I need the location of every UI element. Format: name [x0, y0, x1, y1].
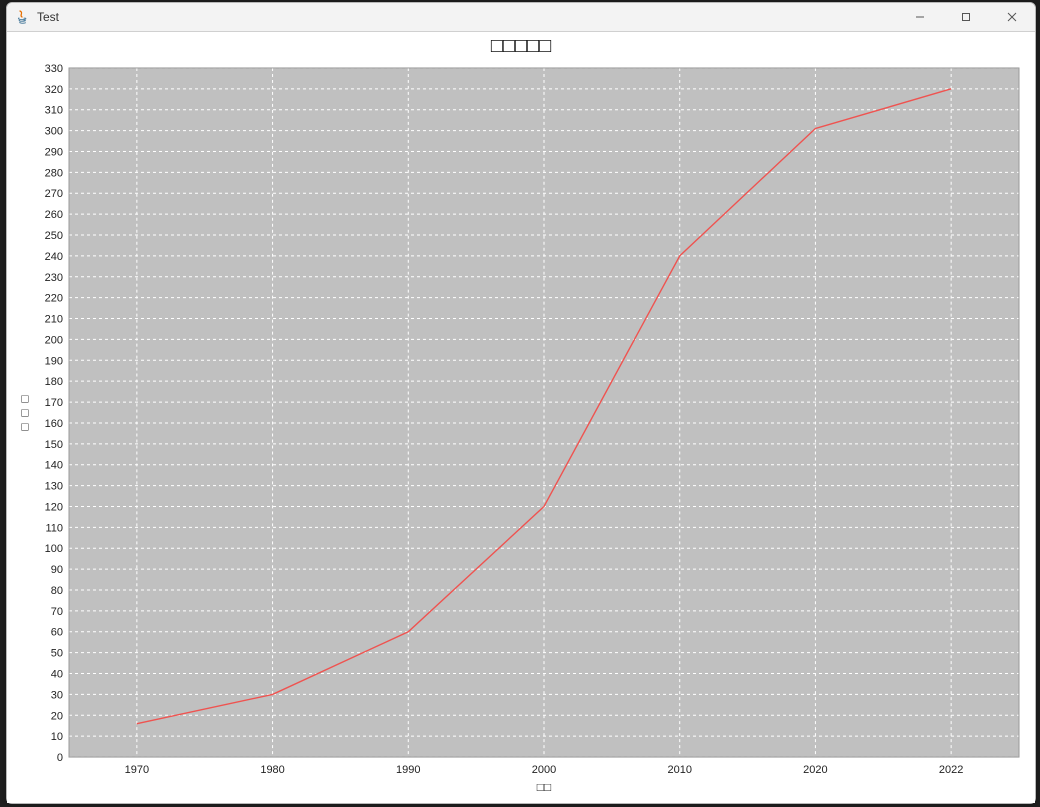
y-tick-label: 220 [45, 293, 63, 305]
y-tick-label: 320 [45, 84, 63, 96]
app-window: Test □□□□□010203040506070809010011012013… [6, 2, 1036, 804]
y-axis-label: □ [21, 419, 28, 433]
x-tick-label: 1970 [125, 764, 149, 776]
y-tick-label: 10 [51, 731, 63, 743]
y-tick-label: 130 [45, 481, 63, 493]
y-axis-label: □ [21, 392, 28, 406]
x-axis-label: □□ [537, 780, 551, 794]
close-button[interactable] [989, 3, 1035, 31]
minimize-button[interactable] [897, 3, 943, 31]
y-tick-label: 260 [45, 209, 63, 221]
y-tick-label: 240 [45, 251, 63, 263]
y-tick-label: 170 [45, 397, 63, 409]
y-tick-label: 50 [51, 648, 63, 660]
x-tick-label: 1980 [260, 764, 284, 776]
y-tick-label: 0 [57, 752, 63, 764]
chart-svg: □□□□□01020304050607080901001101201301401… [7, 32, 1035, 803]
y-tick-label: 280 [45, 167, 63, 179]
y-tick-label: 290 [45, 146, 63, 158]
y-tick-label: 80 [51, 585, 63, 597]
y-tick-label: 250 [45, 230, 63, 242]
y-tick-label: 300 [45, 126, 63, 138]
y-tick-label: 70 [51, 606, 63, 618]
y-tick-label: 190 [45, 355, 63, 367]
y-tick-label: 230 [45, 272, 63, 284]
titlebar[interactable]: Test [7, 3, 1035, 32]
maximize-button[interactable] [943, 3, 989, 31]
y-tick-label: 210 [45, 314, 63, 326]
chart-title: □□□□□ [491, 35, 551, 57]
y-tick-label: 140 [45, 460, 63, 472]
y-tick-label: 200 [45, 334, 63, 346]
y-tick-label: 120 [45, 501, 63, 513]
java-app-icon [15, 9, 31, 25]
x-tick-label: 1990 [396, 764, 420, 776]
x-tick-label: 2022 [939, 764, 963, 776]
y-tick-label: 20 [51, 710, 63, 722]
y-tick-label: 60 [51, 627, 63, 639]
chart-panel: □□□□□01020304050607080901001101201301401… [7, 32, 1035, 803]
y-tick-label: 330 [45, 63, 63, 75]
y-tick-label: 270 [45, 188, 63, 200]
y-tick-label: 160 [45, 418, 63, 430]
y-tick-label: 150 [45, 439, 63, 451]
y-tick-label: 90 [51, 564, 63, 576]
y-tick-label: 110 [45, 522, 63, 534]
x-tick-label: 2000 [532, 764, 556, 776]
x-tick-label: 2010 [667, 764, 691, 776]
y-axis-label: □ [21, 406, 28, 420]
y-tick-label: 40 [51, 669, 63, 681]
window-title: Test [37, 10, 59, 24]
y-tick-label: 30 [51, 689, 63, 701]
y-tick-label: 310 [45, 105, 63, 117]
y-tick-label: 100 [45, 543, 63, 555]
y-tick-label: 180 [45, 376, 63, 388]
x-tick-label: 2020 [803, 764, 827, 776]
